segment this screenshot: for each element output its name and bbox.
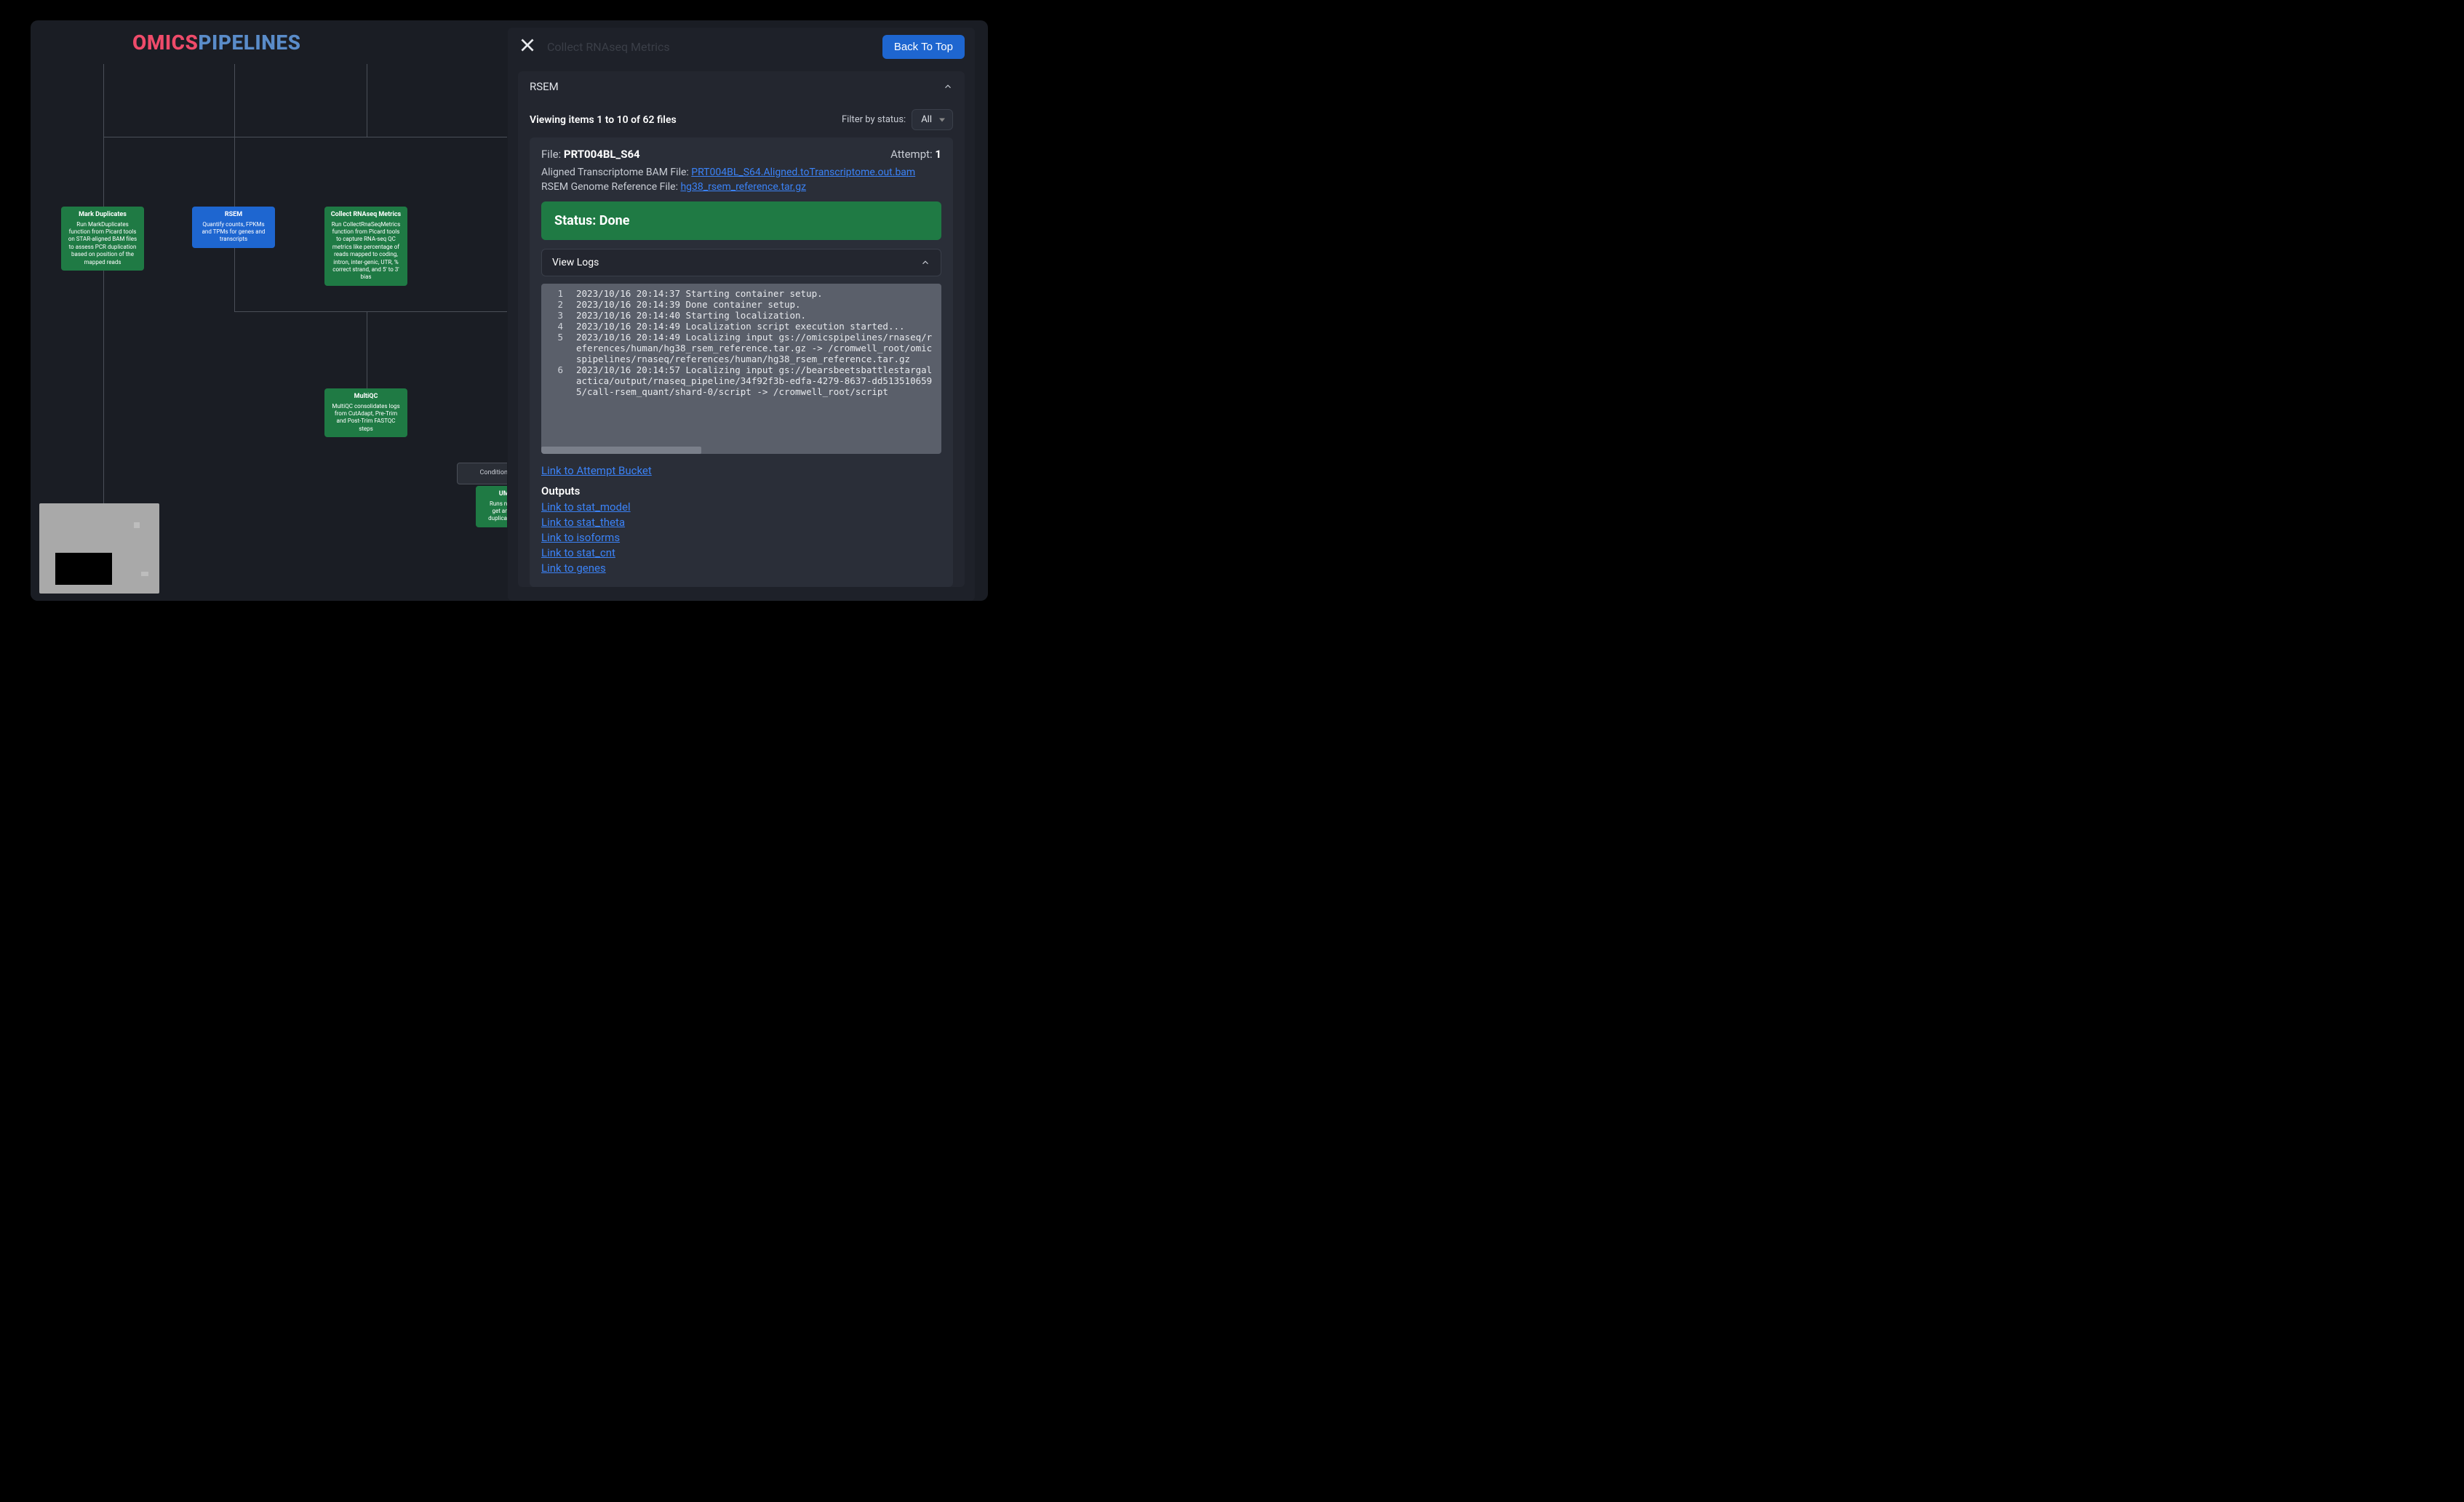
node-title: UMI — [482, 490, 507, 499]
bam-file-line: Aligned Transcriptome BAM File: PRT004BL… — [541, 167, 941, 178]
logo-part1: OMICS — [132, 31, 198, 55]
log-text: 2023/10/16 20:14:39 Done container setup… — [576, 299, 801, 310]
node-desc: Run MarkDuplicates function from Picard … — [67, 221, 138, 266]
chevron-up-icon — [920, 257, 930, 268]
log-lines[interactable]: 12023/10/16 20:14:37 Starting container … — [541, 284, 941, 454]
filter-label: Filter by status: — [842, 114, 906, 125]
log-line: 52023/10/16 20:14:49 Localizing input gs… — [541, 332, 941, 364]
log-line: 42023/10/16 20:14:49 Localization script… — [541, 321, 941, 332]
node-desc: MultiQC consolidates logs from CutAdapt,… — [330, 403, 402, 434]
node-title: MultiQC — [330, 393, 402, 402]
node-desc: Runs nudup get an est duplicates re — [482, 500, 507, 523]
file-head: File: PRT004BL_S64 Attempt: 1 — [541, 148, 941, 161]
ref-label: RSEM Genome Reference File: — [541, 181, 680, 193]
log-text: 2023/10/16 20:14:49 Localizing input gs:… — [576, 332, 936, 364]
output-link[interactable]: Link to genes — [541, 562, 941, 575]
node-title: Mark Duplicates — [67, 211, 138, 220]
panel-breadcrumb: Collect RNAseq Metrics — [547, 40, 670, 54]
status-badge: Status: Done — [541, 201, 941, 240]
ref-file-line: RSEM Genome Reference File: hg38_rsem_re… — [541, 181, 941, 193]
filter-status-select[interactable]: All — [912, 109, 953, 130]
chevron-up-icon — [943, 81, 953, 92]
panel-scroll[interactable]: RSEM Viewing items 1 to 10 of 62 files F… — [508, 65, 975, 601]
section-title: RSEM — [530, 80, 559, 93]
log-line: 12023/10/16 20:14:37 Starting container … — [541, 288, 941, 299]
minimap-viewport[interactable] — [55, 553, 112, 585]
close-icon[interactable] — [518, 36, 537, 59]
pipeline-canvas[interactable]: Mark Duplicates Run MarkDuplicates funct… — [31, 64, 507, 601]
viewing-row: Viewing items 1 to 10 of 62 files Filter… — [518, 102, 965, 137]
node-multiqc[interactable]: MultiQC MultiQC consolidates logs from C… — [324, 388, 407, 437]
log-text: 2023/10/16 20:14:57 Localizing input gs:… — [576, 364, 936, 397]
node-desc: Run CollectRnaSeqMetrics function from P… — [330, 221, 402, 281]
node-rsem[interactable]: RSEM Quantify counts, FPKMs and TPMs for… — [192, 207, 275, 248]
minimap[interactable] — [39, 503, 159, 594]
log-text: 2023/10/16 20:14:49 Localization script … — [576, 321, 905, 332]
log-line: 32023/10/16 20:14:40 Starting localizati… — [541, 310, 941, 321]
viewing-text: Viewing items 1 to 10 of 62 files — [530, 114, 677, 126]
back-to-top-button[interactable]: Back To Top — [882, 35, 965, 59]
node-umi[interactable]: UMI Runs nudup get an est duplicates re — [476, 486, 507, 527]
section-header[interactable]: RSEM — [518, 71, 965, 102]
attempt-bucket-link[interactable]: Link to Attempt Bucket — [541, 464, 941, 477]
section-rsem: RSEM Viewing items 1 to 10 of 62 files F… — [518, 71, 965, 587]
node-mark-duplicates[interactable]: Mark Duplicates Run MarkDuplicates funct… — [61, 207, 144, 271]
attempt-label: Attempt: — [890, 148, 935, 161]
node-collect-rnaseq-metrics[interactable]: Collect RNAseq Metrics Run CollectRnaSeq… — [324, 207, 407, 286]
details-panel: Collect RNAseq Metrics Back To Top RSEM … — [508, 28, 975, 601]
log-viewer[interactable]: 12023/10/16 20:14:37 Starting container … — [541, 284, 941, 454]
output-link[interactable]: Link to isoforms — [541, 531, 941, 544]
logo: OMICSPIPELINES — [132, 31, 301, 55]
node-title: RSEM — [198, 211, 269, 220]
file-label: File: — [541, 148, 564, 161]
outputs-section: Outputs Link to stat_model Link to stat_… — [541, 484, 941, 575]
attempt-number: 1 — [935, 148, 941, 161]
view-logs-label: View Logs — [552, 257, 599, 268]
log-line: 22023/10/16 20:14:39 Done container setu… — [541, 299, 941, 310]
output-link[interactable]: Link to stat_model — [541, 500, 941, 514]
log-text: 2023/10/16 20:14:40 Starting localizatio… — [576, 310, 806, 321]
logo-part2: PIPELINES — [198, 31, 300, 55]
log-line: 62023/10/16 20:14:57 Localizing input gs… — [541, 364, 941, 397]
node-conditional-group[interactable]: Conditional Grou — [457, 463, 507, 484]
file-card: File: PRT004BL_S64 Attempt: 1 Aligned Tr… — [530, 137, 953, 587]
bam-label: Aligned Transcriptome BAM File: — [541, 167, 691, 178]
view-logs-toggle[interactable]: View Logs — [541, 249, 941, 276]
node-desc: Quantify counts, FPKMs and TPMs for gene… — [198, 221, 269, 244]
output-link[interactable]: Link to stat_theta — [541, 516, 941, 529]
filter-group: Filter by status: All — [842, 109, 953, 130]
node-title: Collect RNAseq Metrics — [330, 211, 402, 220]
filter-value: All — [921, 114, 932, 125]
output-link[interactable]: Link to stat_cnt — [541, 546, 941, 559]
node-title: Conditional Grou — [480, 469, 507, 476]
outputs-heading: Outputs — [541, 484, 941, 498]
bam-file-link[interactable]: PRT004BL_S64.Aligned.toTranscriptome.out… — [691, 167, 915, 178]
log-text: 2023/10/16 20:14:37 Starting container s… — [576, 288, 823, 299]
app-window: OMICSPIPELINES Mark Duplicates Run MarkD… — [31, 20, 988, 601]
panel-header: Collect RNAseq Metrics Back To Top — [508, 28, 975, 66]
log-hscrollbar[interactable] — [541, 447, 701, 454]
ref-file-link[interactable]: hg38_rsem_reference.tar.gz — [680, 181, 806, 193]
file-name: PRT004BL_S64 — [564, 148, 640, 161]
